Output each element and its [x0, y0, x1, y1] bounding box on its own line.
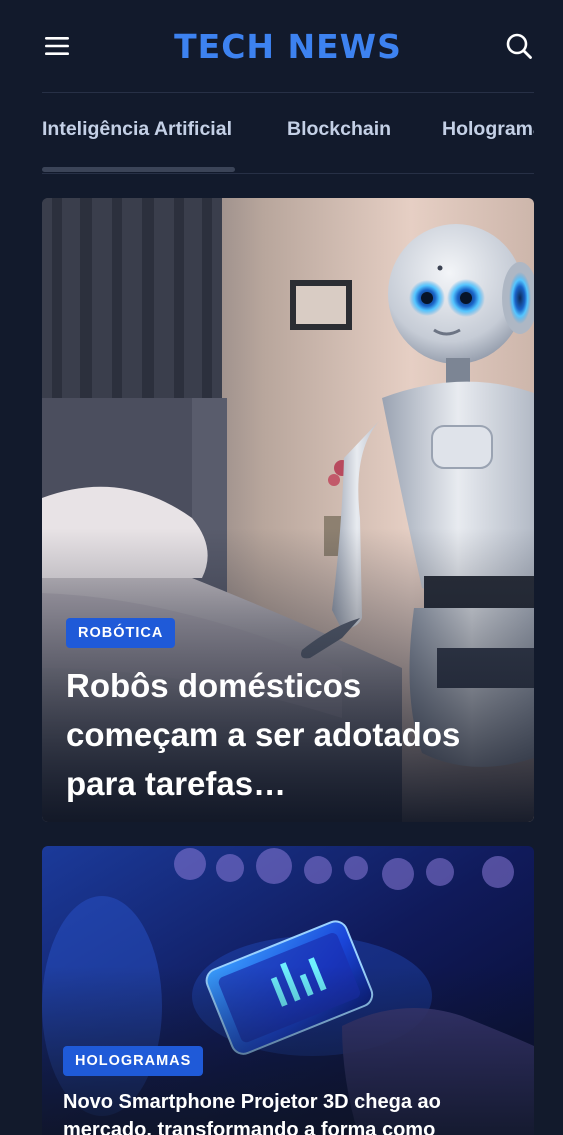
article-card-featured[interactable]: ROBÓTICA Robôs domésticos começam a ser … [42, 198, 534, 822]
page: TECH NEWS Inteligência Artificial Blockc… [0, 0, 563, 1135]
category-badge[interactable]: ROBÓTICA [66, 618, 176, 648]
tab-hologramas[interactable]: Hologramas [442, 118, 534, 141]
hamburger-menu-icon [45, 37, 69, 55]
app-header: TECH NEWS [42, 0, 534, 93]
tab-blockchain[interactable]: Blockchain [287, 118, 391, 141]
search-button[interactable] [504, 31, 534, 61]
menu-button[interactable] [42, 31, 72, 61]
active-tab-indicator [42, 167, 235, 172]
brand-logo[interactable]: TECH NEWS [174, 27, 402, 66]
article-title[interactable]: Robôs domésticos começam a ser adotados … [66, 661, 516, 808]
category-badge[interactable]: HOLOGRAMAS [63, 1046, 204, 1076]
article-card[interactable]: HOLOGRAMAS Novo Smartphone Projetor 3D c… [42, 846, 534, 1135]
article-title[interactable]: Novo Smartphone Projetor 3D chega ao mer… [63, 1088, 513, 1135]
search-icon [506, 33, 532, 59]
category-tabs: Inteligência Artificial Blockchain Holog… [42, 93, 534, 174]
tab-inteligencia-artificial[interactable]: Inteligência Artificial [42, 118, 232, 141]
